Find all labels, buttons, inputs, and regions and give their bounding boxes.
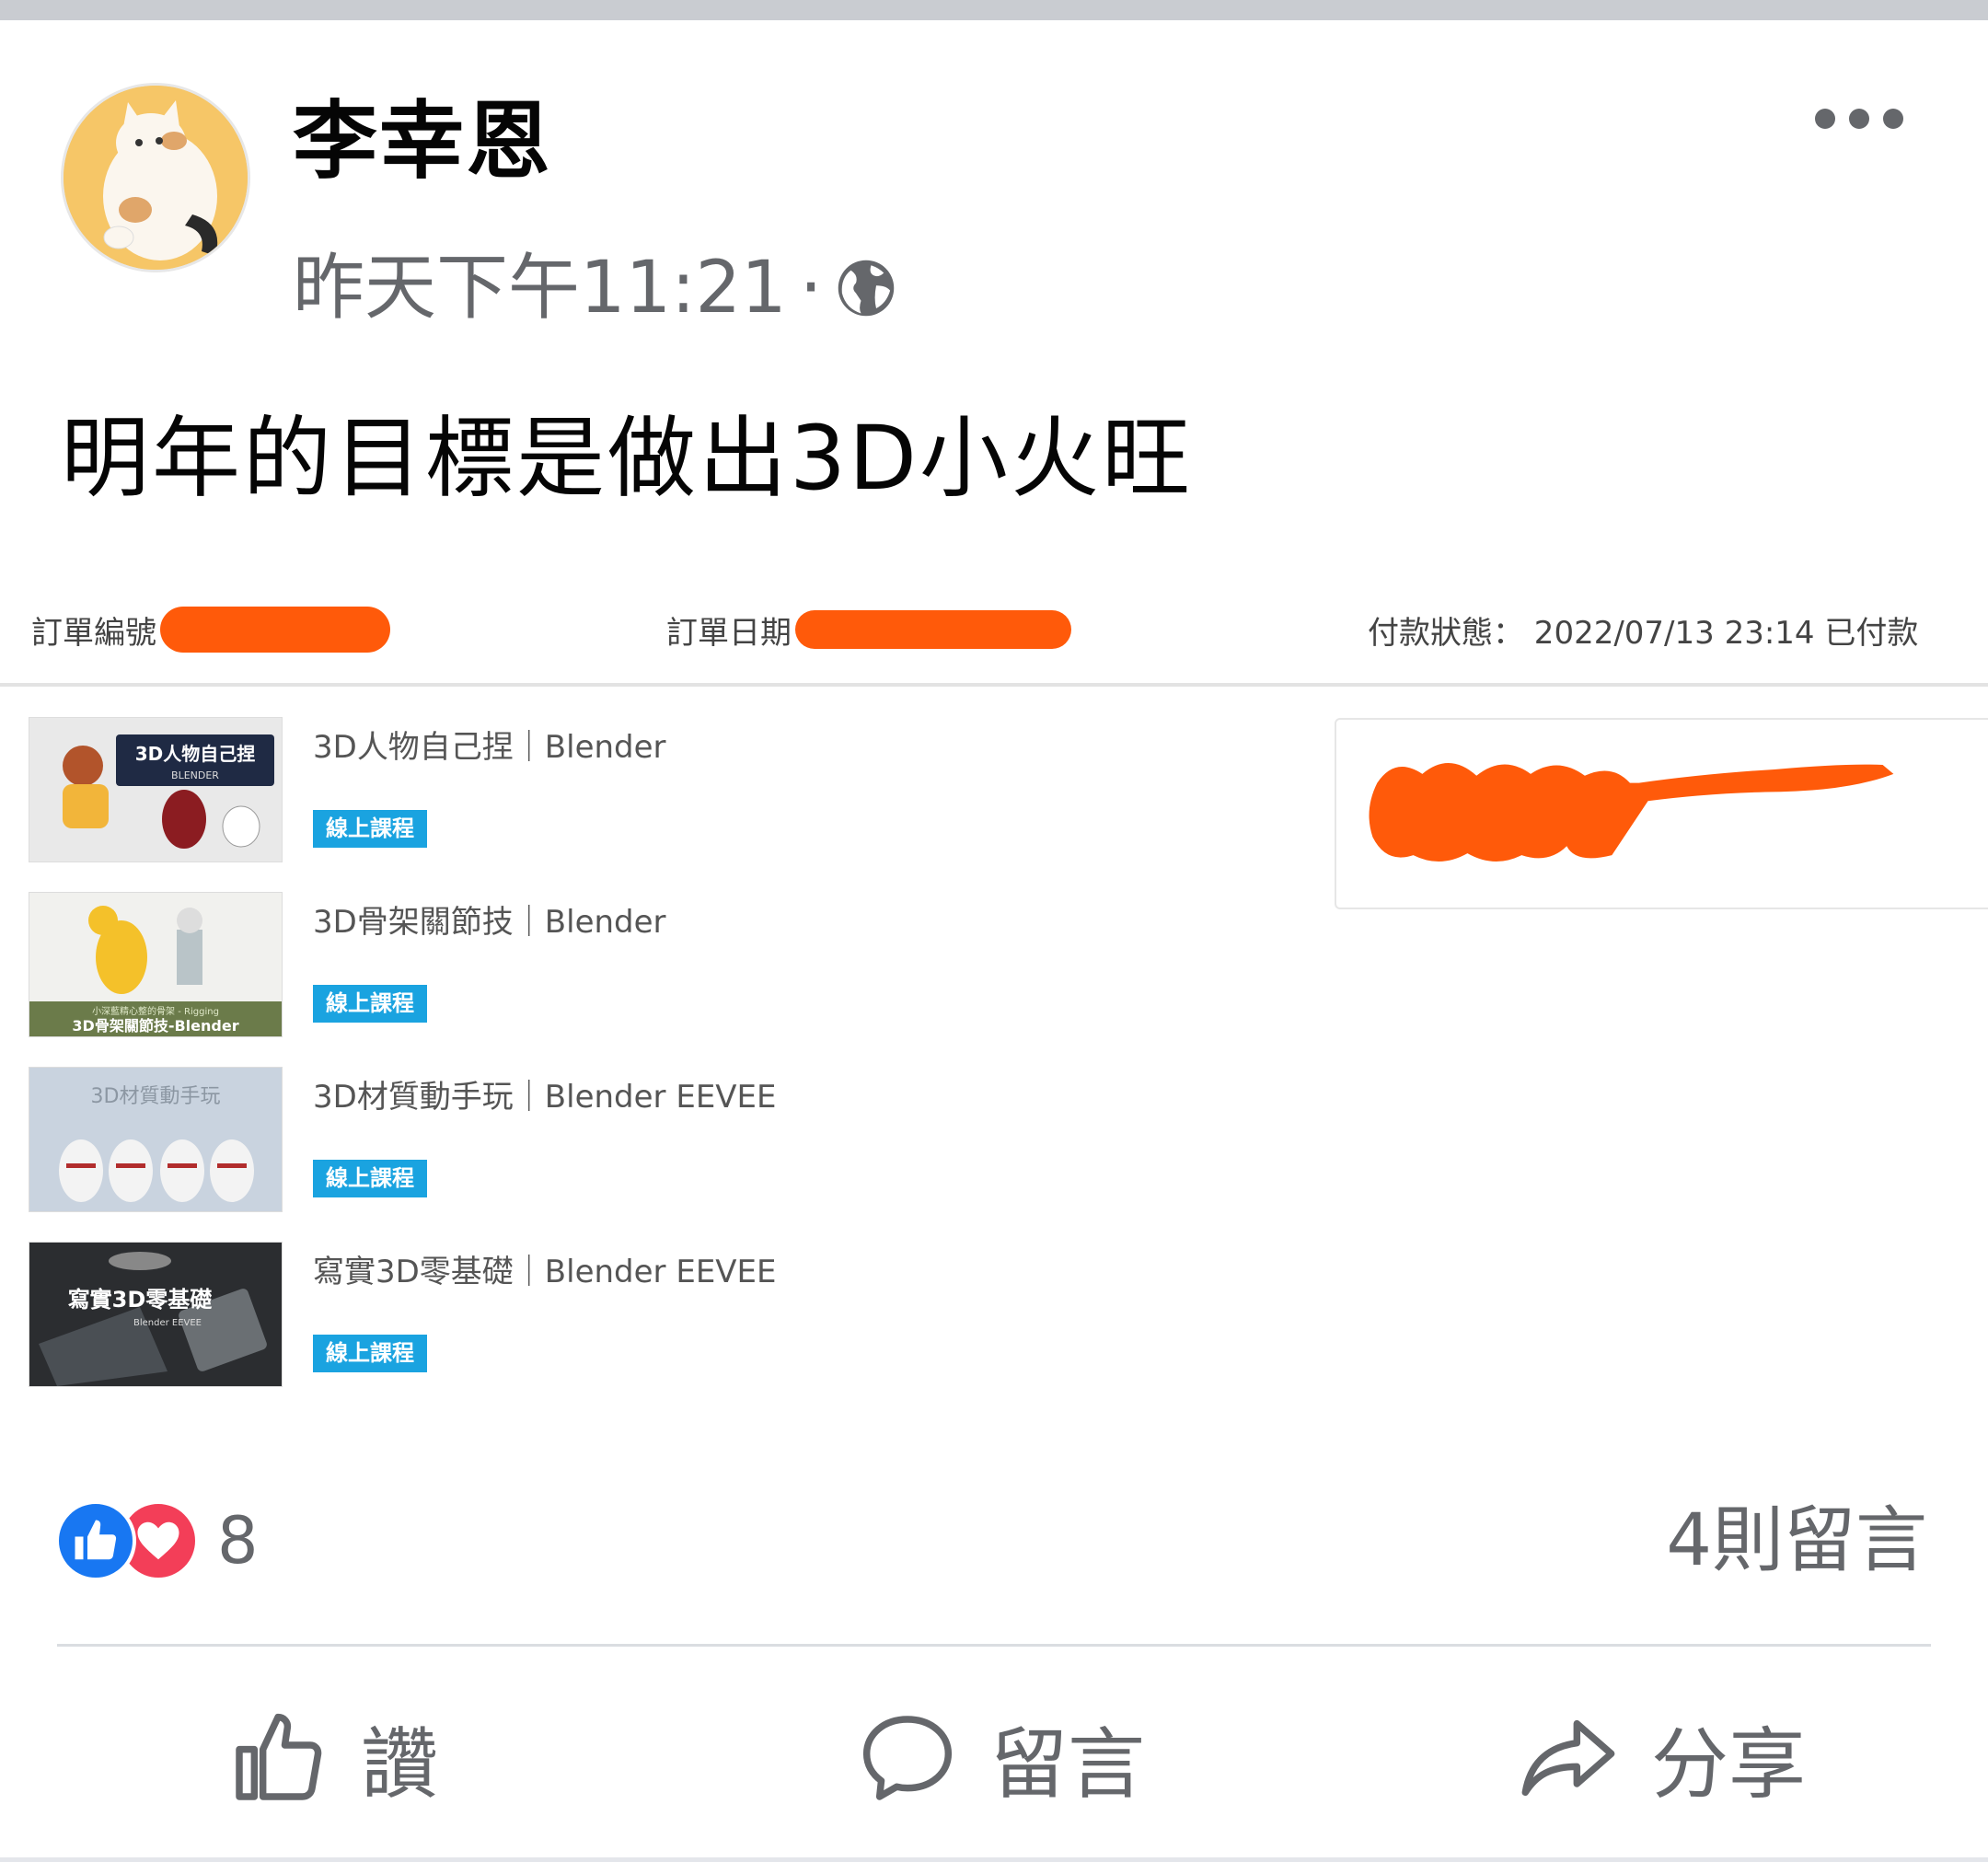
avatar[interactable] (61, 83, 250, 272)
top-bar (0, 0, 1988, 20)
payment-status: 付款狀態： 2022/07/13 23:14 已付款 (1368, 614, 1919, 652)
action-divider (57, 1644, 1931, 1647)
more-dot (1883, 109, 1903, 129)
order-date: 訂單日期 (666, 604, 1071, 655)
reaction-count: 8 (217, 1503, 259, 1579)
cat-avatar-image (64, 86, 248, 270)
course-thumbnail: 3D材質動手玩 (29, 1068, 282, 1211)
course-item[interactable]: 小深藍精心整的骨架 - Rigging 3D骨架關節技-Blender 3D骨架… (29, 893, 1042, 1040)
order-number-label: 訂單編號 (31, 614, 156, 652)
post-meta: 昨天下午11:21 · (293, 247, 896, 330)
more-dot (1849, 109, 1869, 129)
meta-separator: · (799, 247, 823, 330)
share-icon (1521, 1719, 1615, 1797)
author-name[interactable]: 李幸恩 (293, 99, 552, 184)
redaction-mark (160, 607, 390, 653)
course-title[interactable]: 3D人物自己捏｜Blender (313, 722, 666, 767)
course-item[interactable]: 3D人物自己捏 BLENDER 3D人物自己捏｜Blender 線上課程 (29, 718, 1042, 865)
course-thumbnail: 小深藍精心整的骨架 - Rigging 3D骨架關節技-Blender (29, 893, 282, 1036)
thumbnail-title: 3D材質動手玩 (91, 1085, 221, 1108)
thumbnail-subtitle: 小深藍精心整的骨架 - Rigging (92, 1005, 219, 1017)
like-icon (55, 1500, 136, 1581)
bottom-border (0, 1857, 1988, 1862)
thumbnail-subtitle: Blender EEVEE (133, 1318, 202, 1328)
redaction-scribble (1369, 763, 1894, 862)
course-title[interactable]: 3D材質動手玩｜Blender EEVEE (313, 1071, 777, 1116)
comment-icon (862, 1716, 953, 1800)
course-tag: 線上課程 (313, 810, 427, 848)
share-label: 分享 (1651, 1718, 1807, 1810)
course-item[interactable]: 3D材質動手玩 3D材質動手玩｜Blender EEVEE 線上課程 (29, 1068, 1042, 1215)
order-number: 訂單編號 (31, 604, 390, 655)
like-label: 讚 (361, 1718, 439, 1810)
more-options-button[interactable] (1815, 103, 1903, 134)
course-tag: 線上課程 (313, 1160, 427, 1197)
reactions-summary[interactable]: 8 (55, 1498, 259, 1583)
course-tag: 線上課程 (313, 985, 427, 1023)
order-date-label: 訂單日期 (666, 614, 792, 652)
course-tag: 線上課程 (313, 1335, 427, 1372)
action-bar: 讚 留言 分享 (0, 1684, 1988, 1832)
course-item[interactable]: 寫實3D零基礎 Blender EEVEE 寫實3D零基礎｜Blender EE… (29, 1243, 1042, 1390)
comment-button[interactable]: 留言 (856, 1684, 1145, 1832)
thumbnail-title: 3D骨架關節技-Blender (72, 1017, 238, 1035)
globe-icon[interactable] (836, 258, 896, 318)
course-thumbnail: 3D人物自己捏 BLENDER (29, 718, 282, 862)
comment-count[interactable]: 4則留言 (1666, 1498, 1927, 1583)
order-summary-redacted (1335, 718, 1988, 909)
thumbs-up-icon (236, 1713, 322, 1800)
course-title[interactable]: 寫實3D零基礎｜Blender EEVEE (313, 1246, 777, 1291)
order-divider (0, 683, 1988, 687)
timestamp[interactable]: 昨天下午11:21 (293, 252, 787, 324)
thumbnail-title: 3D人物自己捏 (135, 743, 256, 765)
thumbnail-subtitle: BLENDER (171, 769, 219, 781)
order-header: 訂單編號 訂單日期 付款狀態： 2022/07/13 23:14 已付款 (0, 589, 1988, 681)
thumbnail-title: 寫實3D零基礎 (68, 1287, 213, 1313)
redaction-mark (795, 610, 1071, 649)
like-button[interactable]: 讚 (226, 1684, 438, 1832)
course-thumbnail: 寫實3D零基礎 Blender EEVEE (29, 1243, 282, 1386)
share-button[interactable]: 分享 (1517, 1684, 1806, 1832)
more-dot (1815, 109, 1835, 129)
comment-label: 留言 (990, 1718, 1146, 1810)
post-text: 明年的目標是做出3D小火旺 (61, 407, 1193, 510)
course-title[interactable]: 3D骨架關節技｜Blender (313, 896, 666, 942)
